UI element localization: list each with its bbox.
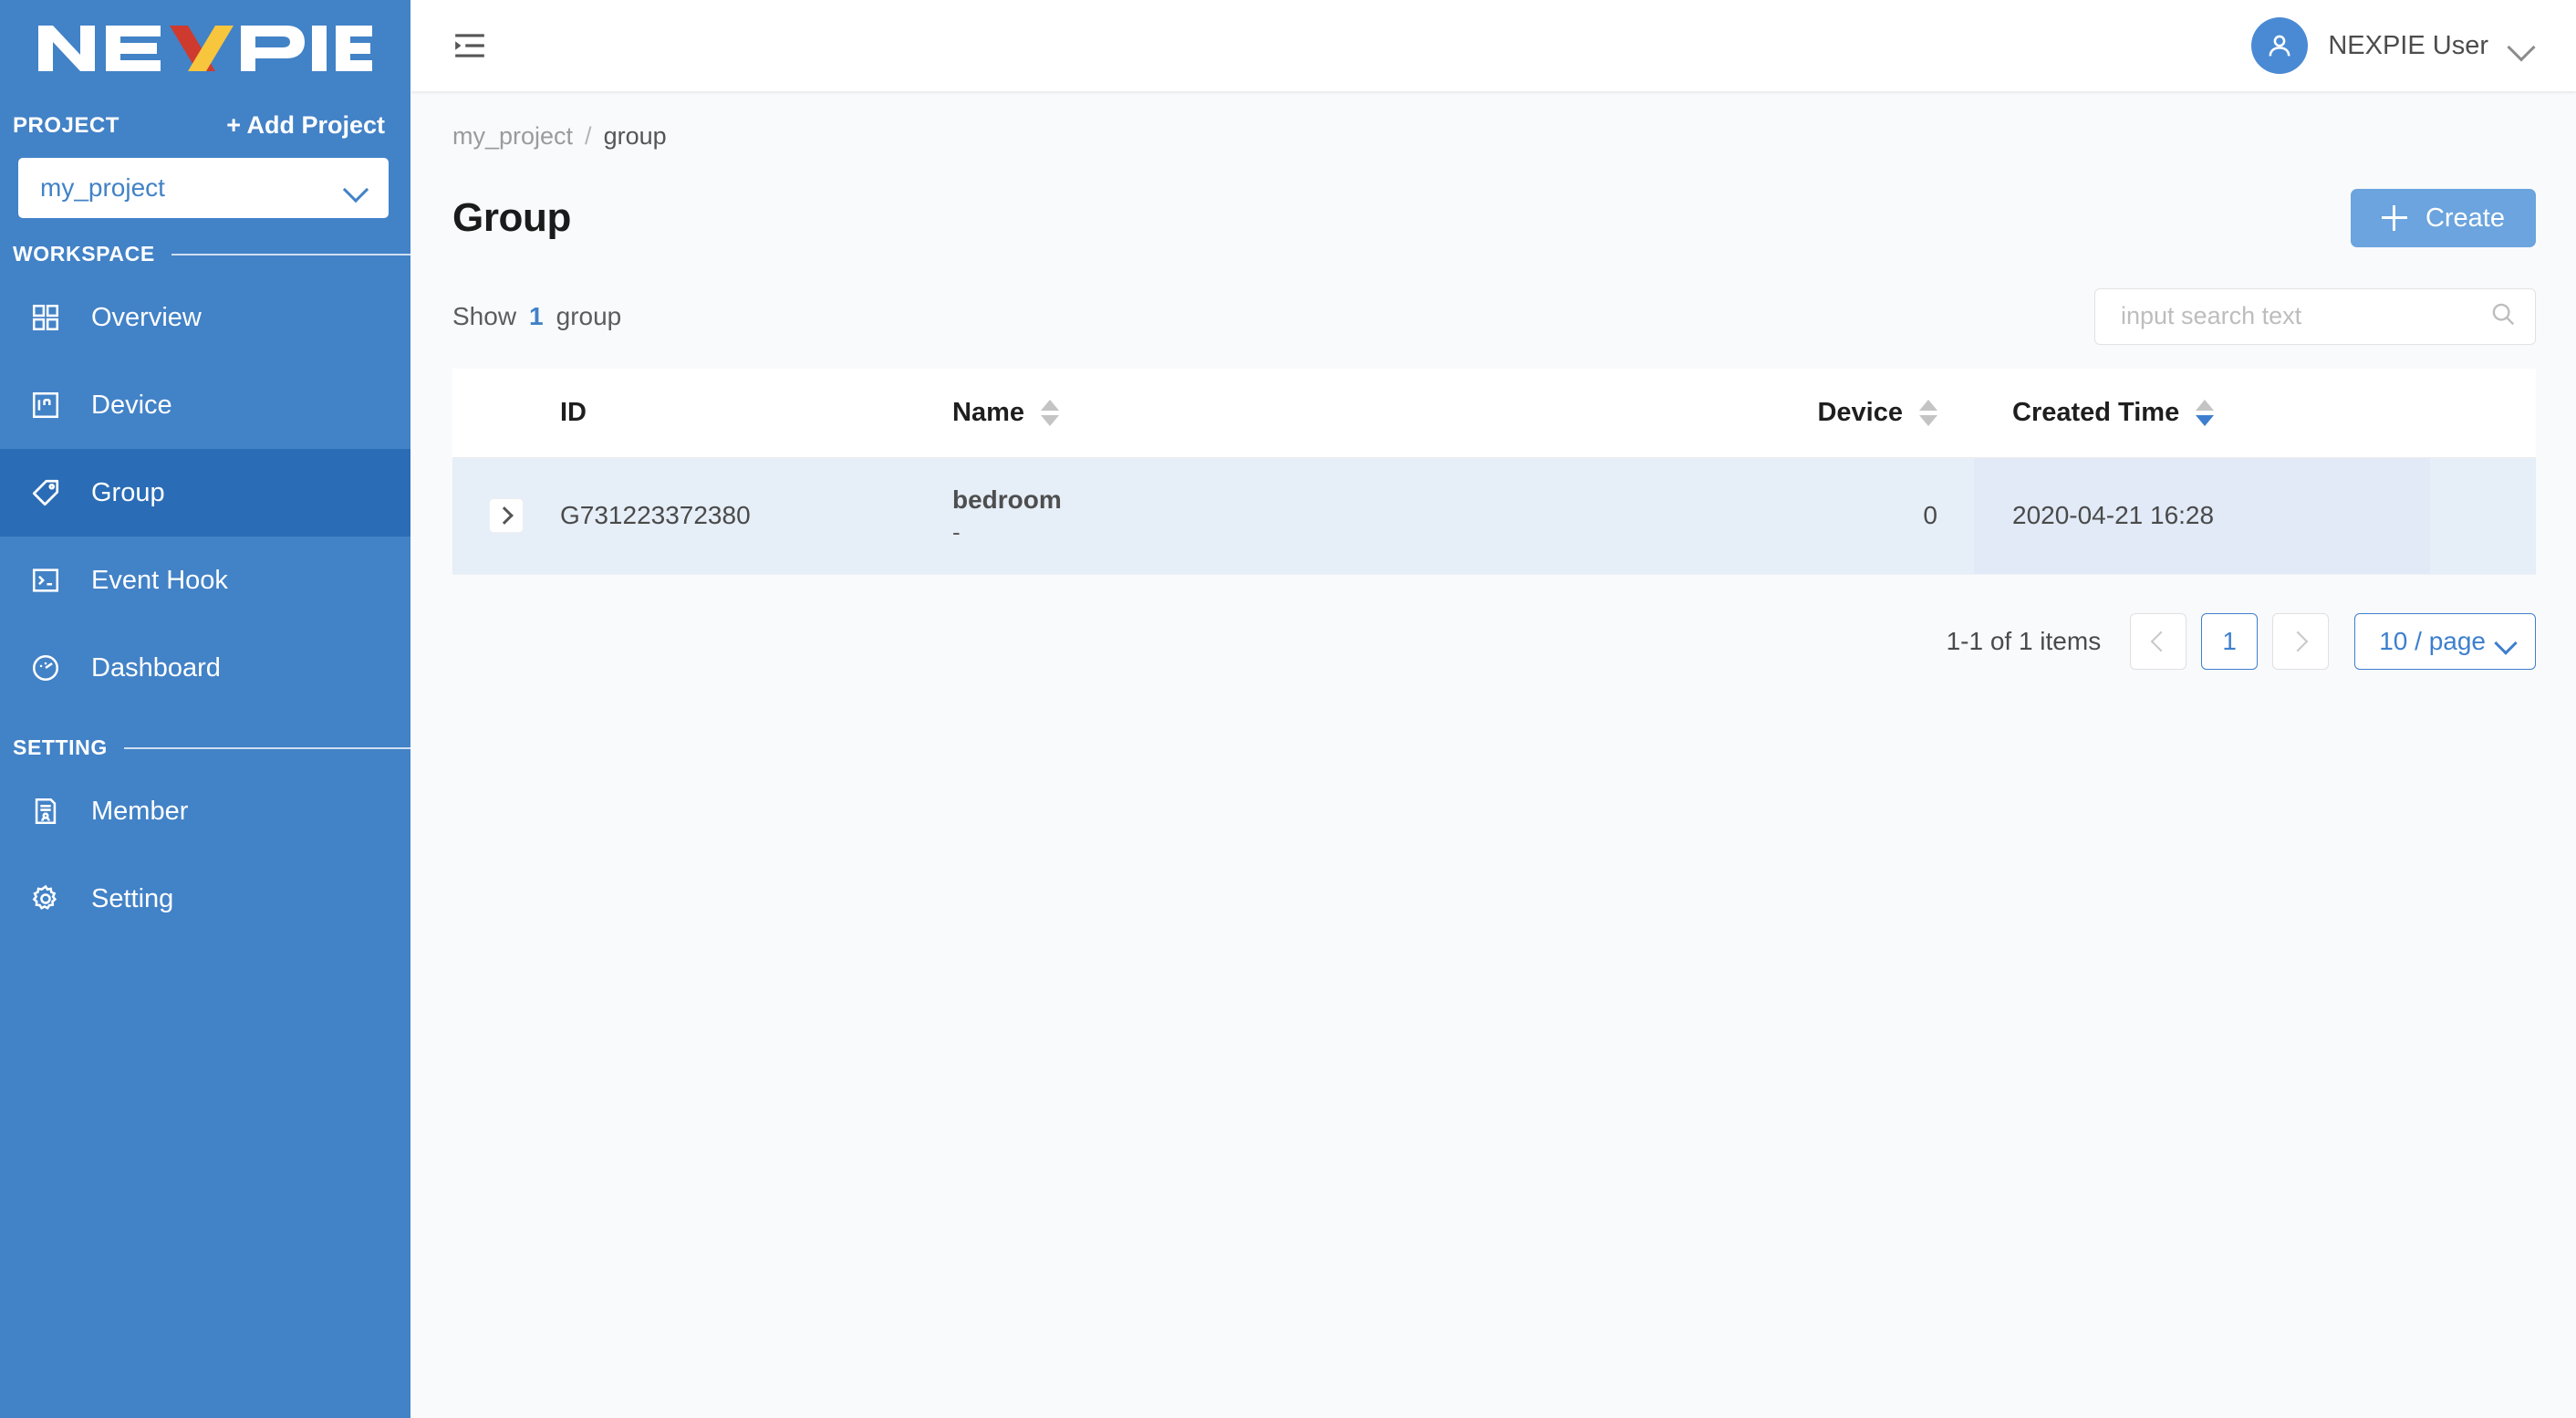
- group-description: -: [952, 517, 961, 546]
- create-button-label: Create: [2425, 203, 2505, 233]
- show-suffix-label: group: [556, 301, 622, 330]
- table-row[interactable]: G731223372380 bedroom - 0 2020-04-21 16:…: [452, 457, 2536, 575]
- cell-name: bedroom -: [952, 457, 1646, 575]
- pagination: 1-1 of 1 items 1 10 / page: [452, 575, 2536, 670]
- page-size-selector[interactable]: 10 / page: [2354, 612, 2536, 670]
- sidebar-item-dashboard[interactable]: Dashboard: [0, 624, 410, 712]
- expand-row-button[interactable]: [489, 498, 524, 534]
- sort-icon-active-desc[interactable]: [2196, 399, 2215, 426]
- table-header-row: ID Name Device Created Time: [452, 368, 2536, 458]
- column-label: Name: [952, 397, 1024, 427]
- pagination-next-button[interactable]: [2272, 612, 2330, 670]
- chevron-down-icon: [2497, 635, 2517, 648]
- tag-icon: [27, 474, 64, 511]
- project-selected-value: my_project: [40, 173, 165, 202]
- brand-logo[interactable]: [0, 0, 410, 91]
- sidebar-item-label: Dashboard: [91, 652, 221, 683]
- group-name: bedroom: [952, 485, 1062, 514]
- section-divider: [171, 253, 410, 255]
- result-count: Show 1 group: [452, 302, 621, 331]
- gauge-icon: [27, 650, 64, 686]
- sidebar-item-label: Overview: [91, 302, 202, 332]
- search-icon[interactable]: [2489, 300, 2517, 332]
- row-expand-cell: [452, 457, 560, 575]
- add-project-button[interactable]: + Add Project: [226, 111, 385, 140]
- section-divider: [123, 746, 410, 749]
- column-header-id: ID: [560, 368, 952, 458]
- search-input[interactable]: [2119, 301, 2489, 332]
- pagination-total: 1-1 of 1 items: [1946, 626, 2102, 655]
- page-title: Group: [452, 195, 571, 241]
- terminal-icon: [27, 562, 64, 599]
- sidebar-item-label: Setting: [91, 883, 174, 913]
- device-icon: [27, 387, 64, 423]
- sidebar-item-group[interactable]: Group: [0, 449, 410, 537]
- project-label: PROJECT: [13, 112, 119, 138]
- setting-section-header: SETTING: [0, 712, 410, 760]
- cell-device-count: 0: [1646, 457, 1974, 575]
- app-root: PROJECT + Add Project my_project WORKSPA…: [0, 0, 2576, 1418]
- page-title-row: Group Create: [452, 169, 2536, 268]
- sidebar-item-label: Member: [91, 796, 189, 826]
- search-box[interactable]: [2094, 287, 2536, 345]
- project-header: PROJECT + Add Project: [0, 91, 410, 140]
- user-menu[interactable]: NEXPIE User: [2251, 17, 2536, 74]
- grid-icon: [27, 299, 64, 336]
- member-icon: [27, 793, 64, 829]
- chevron-down-icon: [345, 181, 369, 195]
- main-area: NEXPIE User my_project / group Group Cre…: [410, 0, 2576, 1418]
- avatar: [2251, 17, 2309, 74]
- nexpie-logo-icon: [38, 26, 372, 71]
- filter-row: Show 1 group: [452, 287, 2536, 345]
- sidebar-item-label: Event Hook: [91, 565, 228, 595]
- sidebar-item-label: Group: [91, 477, 165, 507]
- gear-icon: [27, 881, 64, 917]
- chevron-down-icon: [2508, 37, 2536, 54]
- show-prefix-label: Show: [452, 301, 517, 330]
- cell-created-time: 2020-04-21 16:28: [1974, 457, 2430, 575]
- column-header-device[interactable]: Device: [1646, 368, 1974, 458]
- column-header-created-time[interactable]: Created Time: [1974, 368, 2430, 458]
- column-header-expand: [452, 368, 560, 458]
- pagination-prev-button[interactable]: [2130, 612, 2187, 670]
- workspace-nav: Overview Device Group Event Hook Dashboa…: [0, 274, 410, 712]
- workspace-section-header: WORKSPACE: [0, 218, 410, 266]
- sidebar-item-overview[interactable]: Overview: [0, 274, 410, 361]
- plus-icon: [2381, 205, 2407, 232]
- column-label: ID: [560, 397, 587, 427]
- create-button[interactable]: Create: [2350, 189, 2536, 248]
- page-content: my_project / group Group Create Show 1 g…: [410, 91, 2576, 1418]
- breadcrumb-project[interactable]: my_project: [452, 122, 573, 151]
- breadcrumb: my_project / group: [452, 91, 2536, 151]
- cell-actions: [2430, 457, 2536, 575]
- column-label: Device: [1817, 397, 1903, 427]
- project-selector[interactable]: my_project: [18, 158, 389, 218]
- workspace-label: WORKSPACE: [13, 242, 155, 266]
- sidebar-item-member[interactable]: Member: [0, 767, 410, 855]
- breadcrumb-current[interactable]: group: [604, 122, 667, 151]
- cell-id: G731223372380: [560, 457, 952, 575]
- column-header-name[interactable]: Name: [952, 368, 1646, 458]
- sidebar-item-device[interactable]: Device: [0, 361, 410, 449]
- sidebar-item-event-hook[interactable]: Event Hook: [0, 537, 410, 624]
- column-header-actions: [2430, 368, 2536, 458]
- sort-icon[interactable]: [1041, 399, 1059, 426]
- setting-label: SETTING: [13, 735, 108, 759]
- column-label: Created Time: [2012, 397, 2180, 427]
- sidebar: PROJECT + Add Project my_project WORKSPA…: [0, 0, 410, 1418]
- sidebar-item-setting[interactable]: Setting: [0, 855, 410, 943]
- user-name-label: NEXPIE User: [2328, 30, 2488, 60]
- sidebar-item-label: Device: [91, 390, 172, 420]
- pagination-page-1[interactable]: 1: [2201, 612, 2259, 670]
- page-size-label: 10 / page: [2379, 626, 2486, 655]
- sort-icon[interactable]: [1919, 399, 1937, 426]
- breadcrumb-separator: /: [585, 122, 592, 150]
- menu-fold-icon[interactable]: [452, 31, 487, 60]
- setting-nav: Member Setting: [0, 767, 410, 943]
- show-count-value: 1: [529, 301, 544, 330]
- top-bar: NEXPIE User: [410, 0, 2576, 91]
- group-table: ID Name Device Created Time G73122337238…: [452, 368, 2536, 670]
